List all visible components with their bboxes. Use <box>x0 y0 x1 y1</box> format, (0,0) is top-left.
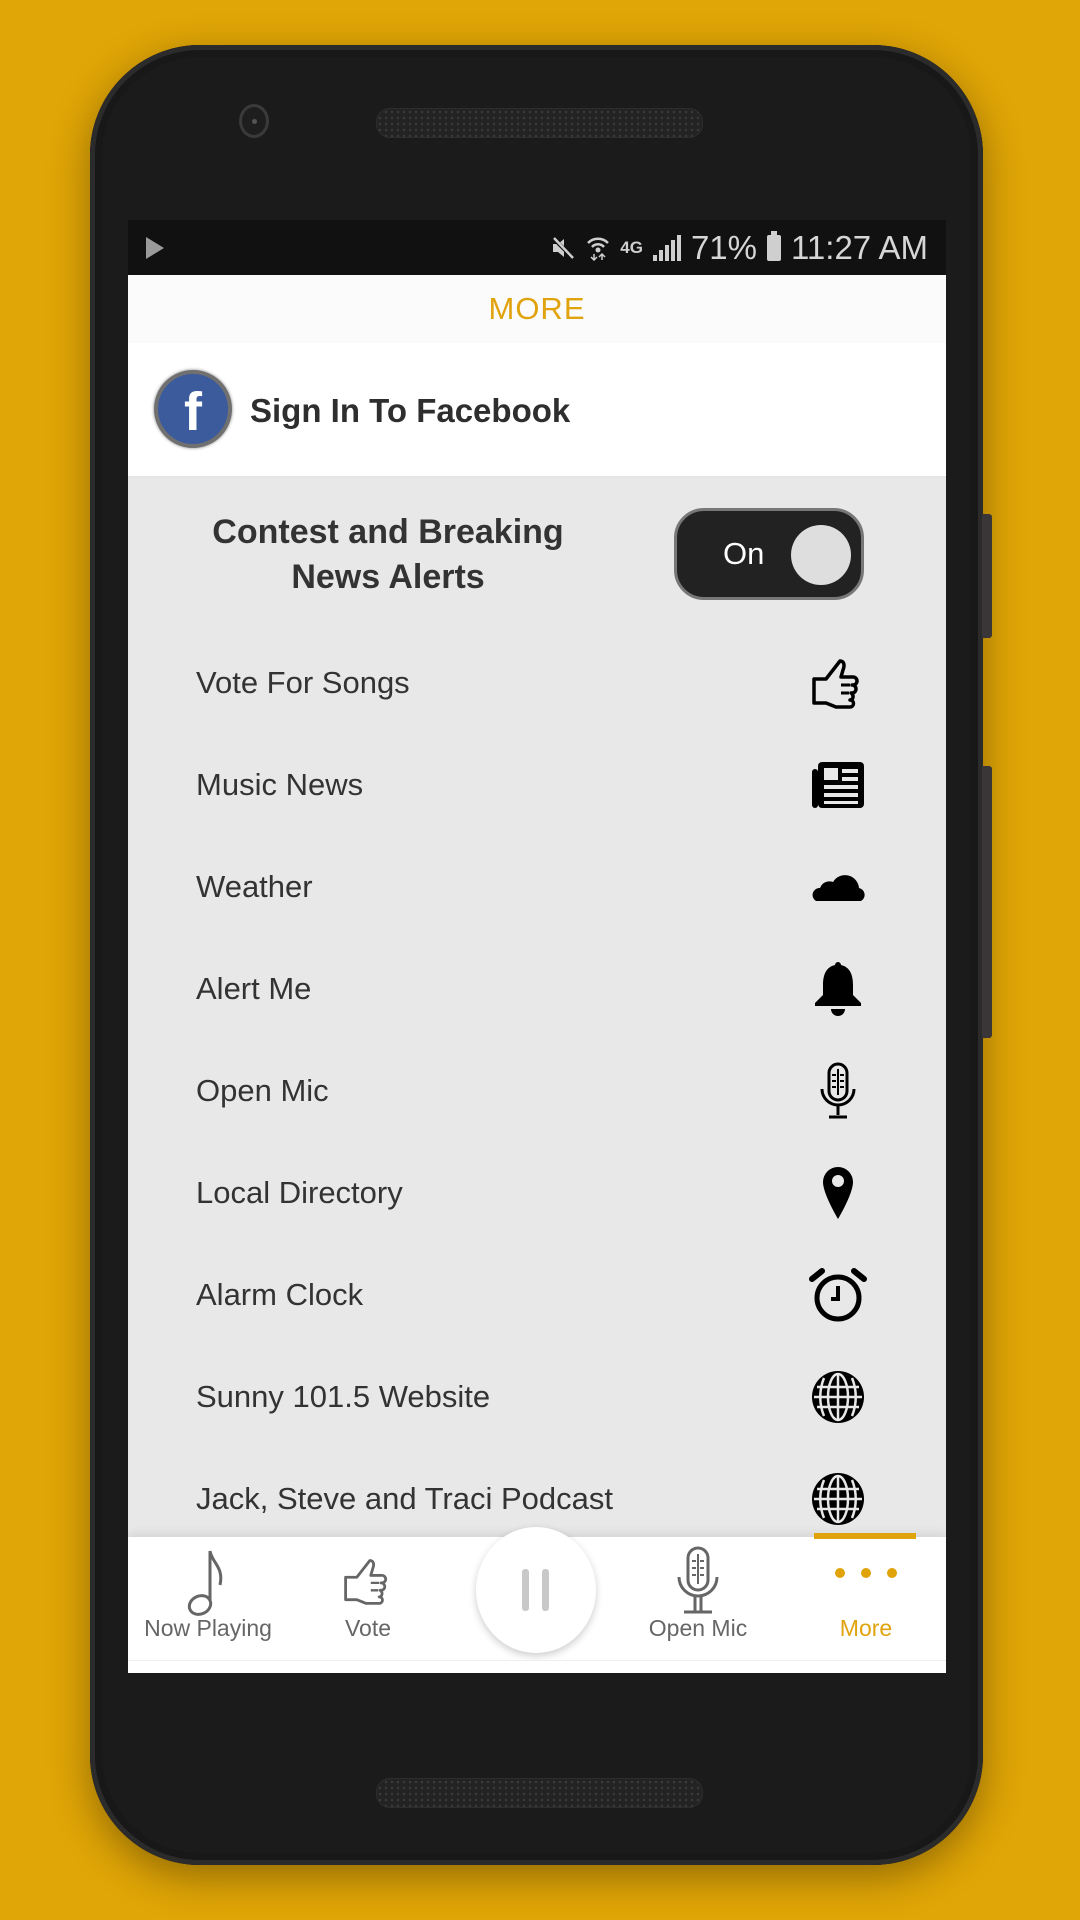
mute-icon <box>550 235 576 260</box>
bottom-speaker <box>376 1778 703 1808</box>
4g-lte-icon: 4G <box>620 238 643 257</box>
music-note-icon <box>187 1550 223 1616</box>
menu-item-local-directory[interactable]: Local Directory <box>128 1142 946 1244</box>
clock: 11:27 AM <box>791 228 928 266</box>
tab-more[interactable]: More <box>786 1537 946 1660</box>
status-bar: 4G 71% 11:27 AM <box>128 220 946 275</box>
menu-item-label: Local Directory <box>196 1175 403 1210</box>
tab-label: Open Mic <box>648 1615 748 1641</box>
screen: 4G 71% 11:27 AM MORE f Sign In To Facebo… <box>128 220 946 1673</box>
page-title: MORE <box>488 291 586 326</box>
tab-open-mic[interactable]: Open Mic <box>618 1537 778 1660</box>
play-icon <box>146 237 164 259</box>
facebook-icon: f <box>154 370 232 448</box>
menu-item-label: Vote For Songs <box>196 665 410 700</box>
alerts-toggle[interactable]: On <box>674 508 864 600</box>
battery-icon <box>767 230 782 261</box>
menu-item-label: Sunny 101.5 Website <box>196 1379 491 1414</box>
alerts-setting: Contest and Breaking News Alerts On <box>128 478 946 600</box>
globe-icon <box>808 1367 868 1427</box>
menu-item-label: Open Mic <box>196 1073 329 1108</box>
battery-percent: 71% <box>690 228 758 266</box>
facebook-signin-row[interactable]: f Sign In To Facebook <box>128 343 946 478</box>
pause-icon <box>522 1569 529 1611</box>
microphone-icon <box>677 1546 719 1614</box>
map-pin-icon <box>808 1163 868 1223</box>
globe-icon <box>808 1469 868 1529</box>
pause-button[interactable] <box>476 1527 596 1653</box>
menu-item-alert-me[interactable]: Alert Me <box>128 938 946 1040</box>
menu-item-alarm-clock[interactable]: Alarm Clock <box>128 1244 946 1346</box>
thumbs-up-icon <box>344 1559 388 1605</box>
microphone-icon <box>808 1061 868 1121</box>
menu-item-label: Weather <box>196 869 313 904</box>
menu-item-weather[interactable]: Weather <box>128 836 946 938</box>
bottom-nav: Now Playing Vote Open Mic More <box>128 1527 946 1660</box>
cloud-icon <box>808 857 868 917</box>
signal-icon <box>652 234 681 261</box>
menu-item-label: Alarm Clock <box>196 1277 364 1312</box>
pause-icon-bar <box>542 1569 549 1611</box>
menu-item-vote-for-songs[interactable]: Vote For Songs <box>128 632 946 734</box>
volume-button <box>982 514 992 638</box>
tab-vote[interactable]: Vote <box>288 1537 448 1660</box>
menu-item-station-website[interactable]: Sunny 101.5 Website <box>128 1346 946 1448</box>
nav-bottom-edge <box>128 1660 946 1673</box>
power-button <box>982 766 992 1038</box>
front-camera <box>239 104 269 138</box>
menu-item-label: Alert Me <box>196 971 312 1006</box>
toggle-knob <box>791 525 851 585</box>
alarm-clock-icon <box>808 1265 868 1325</box>
bell-icon <box>808 959 868 1019</box>
tab-label: Vote <box>344 1615 392 1641</box>
menu-item-label: Music News <box>196 767 364 802</box>
newspaper-icon <box>808 755 868 815</box>
more-dots-icon <box>835 1568 897 1578</box>
wifi-icon <box>587 237 610 261</box>
alerts-label: Contest and Breaking News Alerts <box>212 513 564 596</box>
toggle-state-label: On <box>723 536 765 571</box>
menu-item-open-mic[interactable]: Open Mic <box>128 1040 946 1142</box>
tab-label: Now Playing <box>144 1615 272 1641</box>
page-header: MORE <box>128 275 946 343</box>
tab-label: More <box>839 1615 893 1641</box>
earpiece-speaker <box>376 108 703 138</box>
thumbs-up-icon <box>808 653 868 713</box>
menu-item-music-news[interactable]: Music News <box>128 734 946 836</box>
facebook-signin-label: Sign In To Facebook <box>250 392 571 429</box>
tab-now-playing[interactable]: Now Playing <box>128 1537 288 1660</box>
